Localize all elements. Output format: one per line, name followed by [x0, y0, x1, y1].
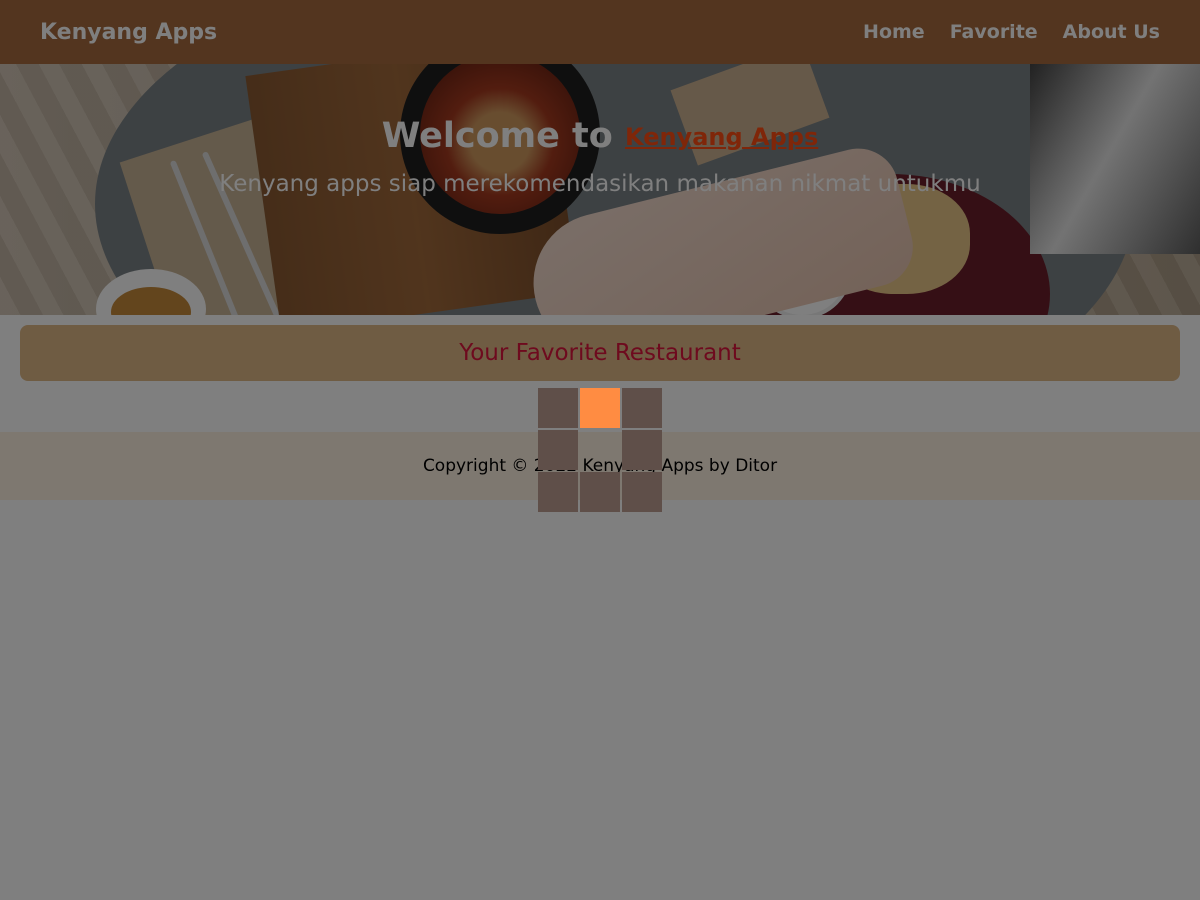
loader-cell: [538, 472, 578, 512]
loader-cell: [538, 430, 578, 470]
loader-cell: [622, 388, 662, 428]
loader-cell: [580, 388, 620, 428]
loader-cell: [538, 388, 578, 428]
loader-cell: [580, 430, 620, 470]
loading-spinner: [538, 388, 662, 512]
loader-cell: [580, 472, 620, 512]
loader-cell: [622, 430, 662, 470]
loader-cell: [622, 472, 662, 512]
